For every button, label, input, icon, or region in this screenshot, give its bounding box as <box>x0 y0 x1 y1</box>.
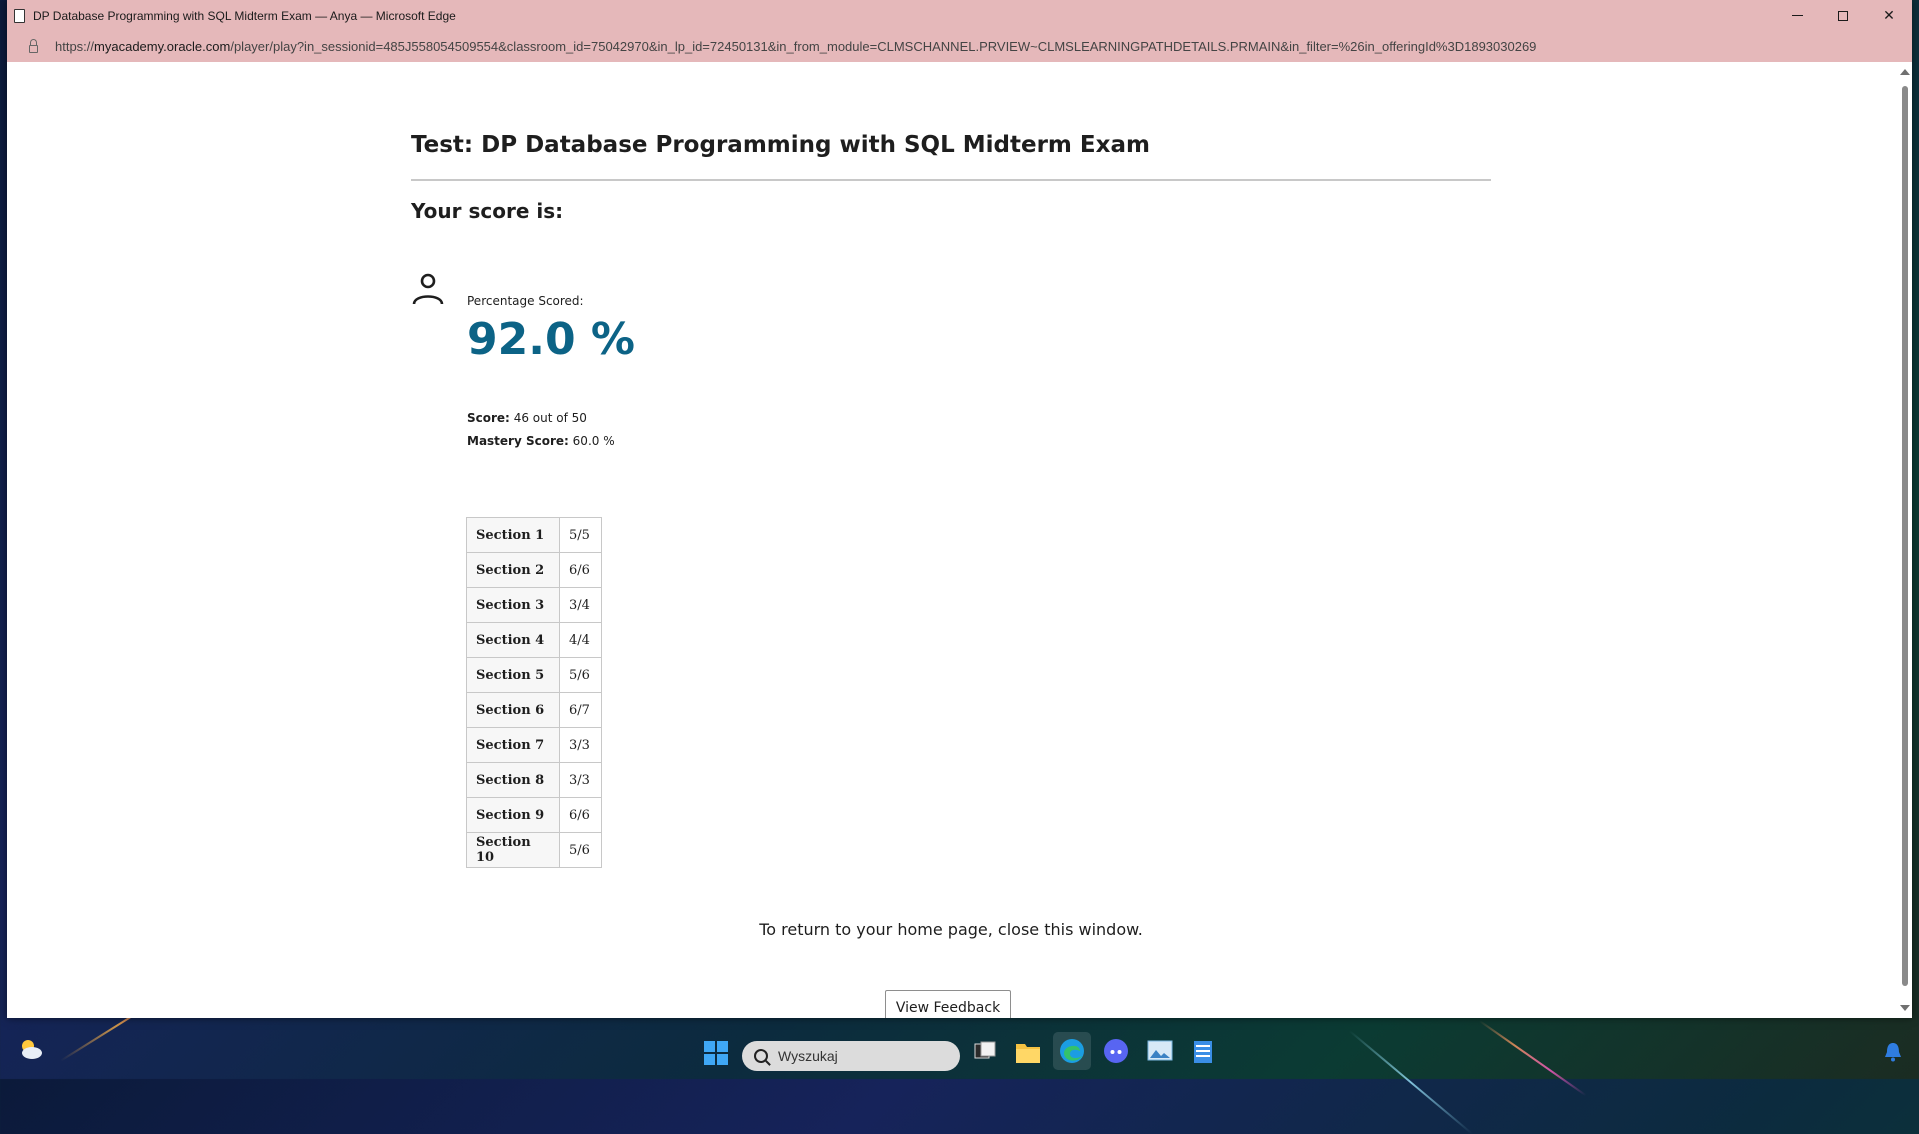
close-icon: ✕ <box>1883 7 1895 23</box>
score-value: 46 out of 50 <box>513 411 587 425</box>
table-row: Section 3 3/4 <box>466 587 602 623</box>
windows-start-icon[interactable] <box>703 1040 729 1066</box>
section-name: Section 7 <box>466 727 560 763</box>
task-view-icon[interactable] <box>973 1040 997 1064</box>
scroll-down-icon[interactable] <box>1900 1005 1910 1011</box>
table-row: Section 4 4/4 <box>466 622 602 658</box>
scroll-up-icon[interactable] <box>1900 69 1910 75</box>
window-title: DP Database Programming with SQL Midterm… <box>33 8 456 23</box>
minimize-icon <box>1791 15 1803 16</box>
table-row: Section 8 3/3 <box>466 762 602 798</box>
taskbar: Wyszukaj <box>0 1018 1919 1079</box>
close-button[interactable]: ✕ <box>1866 0 1912 31</box>
lock-icon[interactable] <box>29 38 38 53</box>
section-score: 6/6 <box>559 552 602 588</box>
browser-window: DP Database Programming with SQL Midterm… <box>7 0 1912 1018</box>
score-label: Score: <box>467 411 510 425</box>
section-score: 5/6 <box>559 832 602 868</box>
page-viewport: Test: DP Database Programming with SQL M… <box>7 62 1897 1018</box>
section-name: Section 2 <box>466 552 560 588</box>
section-name: Section 5 <box>466 657 560 693</box>
scroll-thumb[interactable] <box>1902 86 1908 986</box>
section-scores-table: Section 1 5/5 Section 2 6/6 Section 3 3/4 S… <box>466 517 602 868</box>
taskbar-search-input[interactable]: Wyszukaj <box>742 1041 960 1071</box>
section-score: 6/6 <box>559 797 602 833</box>
maximize-button[interactable] <box>1820 0 1866 31</box>
table-row: Section 2 6/6 <box>466 552 602 588</box>
person-icon <box>412 273 444 305</box>
page-title: Test: DP Database Programming with SQL M… <box>411 132 1150 158</box>
photos-icon[interactable] <box>1147 1039 1173 1063</box>
url-host: myacademy.oracle.com <box>94 39 231 54</box>
section-name: Section 10 <box>466 832 560 868</box>
title-divider <box>411 179 1491 181</box>
section-name: Section 6 <box>466 692 560 728</box>
url-prefix: https:// <box>55 39 95 54</box>
section-score: 5/5 <box>559 517 602 553</box>
section-name: Section 3 <box>466 587 560 623</box>
section-name: Section 9 <box>466 797 560 833</box>
table-row: Section 7 3/3 <box>466 727 602 763</box>
window-controls: ✕ <box>1774 0 1912 31</box>
maximize-icon <box>1838 10 1848 21</box>
section-name: Section 1 <box>466 517 560 553</box>
vertical-scrollbar[interactable] <box>1897 62 1912 1018</box>
weather-icon[interactable] <box>16 1034 44 1062</box>
notepad-icon[interactable] <box>1193 1038 1213 1064</box>
mastery-value: 60.0 % <box>572 434 615 448</box>
url-text[interactable]: https://myacademy.oracle.com/player/play… <box>55 39 1536 54</box>
view-feedback-button[interactable]: View Feedback <box>885 990 1011 1018</box>
score-heading: Your score is: <box>411 199 564 223</box>
page-icon <box>14 8 25 23</box>
table-row: Section 10 5/6 <box>466 832 602 868</box>
discord-icon[interactable] <box>1103 1038 1129 1064</box>
address-bar[interactable]: https://myacademy.oracle.com/player/play… <box>7 31 1912 62</box>
mastery-line: Mastery Score: 60.0 % <box>467 434 615 448</box>
section-score: 3/3 <box>559 727 602 763</box>
url-path: /player/play?in_sessionid=485J5580545095… <box>230 39 1537 54</box>
section-name: Section 4 <box>466 622 560 658</box>
search-icon <box>754 1049 768 1063</box>
return-instructions: To return to your home page, close this … <box>759 920 1143 939</box>
table-row: Section 6 6/7 <box>466 692 602 728</box>
title-bar: DP Database Programming with SQL Midterm… <box>7 0 1912 31</box>
table-row: Section 9 6/6 <box>466 797 602 833</box>
notification-bell-icon[interactable] <box>1884 1042 1902 1062</box>
section-name: Section 8 <box>466 762 560 798</box>
minimize-button[interactable] <box>1774 0 1820 31</box>
edge-icon[interactable] <box>1058 1037 1086 1065</box>
section-score: 3/4 <box>559 587 602 623</box>
percentage-label: Percentage Scored: <box>467 294 584 308</box>
table-row: Section 1 5/5 <box>466 517 602 553</box>
file-explorer-icon[interactable] <box>1015 1040 1041 1064</box>
percentage-value: 92.0 % <box>467 314 635 365</box>
search-placeholder: Wyszukaj <box>778 1048 838 1064</box>
mastery-label: Mastery Score: <box>467 434 569 448</box>
score-line: Score: 46 out of 50 <box>467 411 587 425</box>
section-score: 5/6 <box>559 657 602 693</box>
section-score: 6/7 <box>559 692 602 728</box>
section-score: 4/4 <box>559 622 602 658</box>
section-score: 3/3 <box>559 762 602 798</box>
table-row: Section 5 5/6 <box>466 657 602 693</box>
